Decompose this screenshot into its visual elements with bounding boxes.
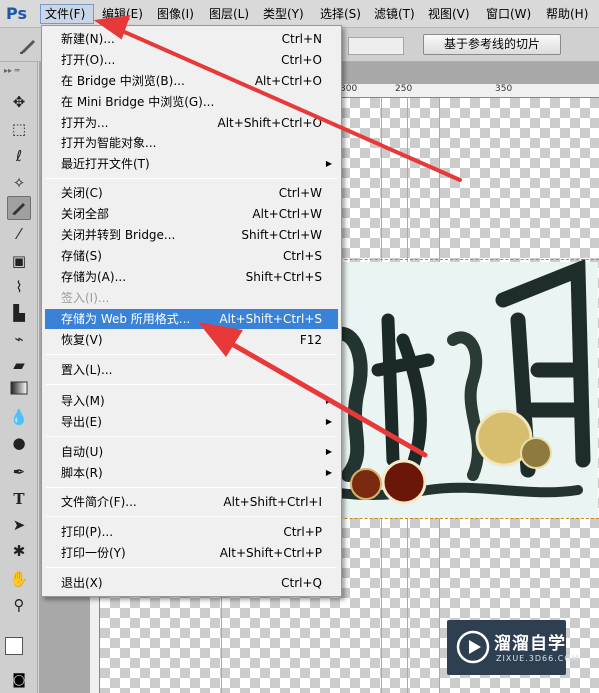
menu-select[interactable]: 选择(S) [316, 4, 365, 24]
menu-separator [46, 384, 337, 385]
menu-edit[interactable]: 编辑(E) [98, 4, 147, 24]
menu-window[interactable]: 窗口(W) [482, 4, 535, 24]
menu-item-save-as[interactable]: 存储为(A)... Shift+Ctrl+S [45, 267, 338, 287]
menu-item-close-go-bridge[interactable]: 关闭并转到 Bridge... Shift+Ctrl+W [45, 225, 338, 245]
menu-item-save[interactable]: 存储(S) Ctrl+S [45, 246, 338, 266]
photoshop-logo: Ps [6, 4, 27, 23]
menu-item-print-one-copy[interactable]: 打印一份(Y) Alt+Shift+Ctrl+P [45, 543, 338, 563]
menu-item-import[interactable]: 导入(M) ▶ [45, 391, 338, 411]
menu-item-save-for-web[interactable]: 存储为 Web 所用格式... Alt+Shift+Ctrl+S [45, 309, 338, 329]
pen-icon[interactable]: ✒ [7, 460, 31, 484]
menu-separator [46, 567, 337, 568]
menu-item-open-as[interactable]: 打开为... Alt+Shift+Ctrl+O [45, 113, 338, 133]
menu-separator [46, 354, 337, 355]
marquee-tool-icon[interactable]: ⬚ [7, 117, 31, 141]
menu-item-recent-files[interactable]: 最近打开文件(T) ▶ [45, 154, 338, 174]
toolbox-grip-icon[interactable]: ▸▸ ═ [4, 66, 34, 78]
menu-item-open[interactable]: 打开(O)... Ctrl+O [45, 50, 338, 70]
lasso-tool-icon[interactable]: ℓ [7, 144, 31, 168]
menu-image[interactable]: 图像(I) [153, 4, 198, 24]
move-tool-icon[interactable]: ✥ [7, 90, 31, 114]
history-brush-icon[interactable]: ⌁ [7, 327, 31, 351]
menu-item-file-info[interactable]: 文件简介(F)... Alt+Shift+Ctrl+I [45, 492, 338, 512]
toolbox: ▸▸ ═ ✥ ⬚ ℓ ✧ ⁄ ▣ ⌇ ▙ ⌁ ▰ 💧 ● ✒ T ➤ ✱ ✋ ⚲… [0, 62, 38, 693]
menu-item-open-smart-object[interactable]: 打开为智能对象... [45, 133, 338, 153]
watermark-title: 溜溜自学 [494, 634, 566, 654]
play-logo-icon [456, 630, 490, 664]
menu-item-revert[interactable]: 恢复(V) F12 [45, 330, 338, 350]
slice-tool-icon[interactable] [18, 37, 38, 55]
menu-item-new[interactable]: 新建(N)... Ctrl+N [45, 29, 338, 49]
slice-tool-icon[interactable] [7, 196, 31, 220]
menu-filter[interactable]: 滤镜(T) [370, 4, 419, 24]
ruler-tick: 350 [495, 84, 513, 94]
slices-from-guides-button[interactable]: 基于参考线的切片 [423, 34, 561, 55]
menu-item-close[interactable]: 关闭(C) Ctrl+W [45, 183, 338, 203]
watermark-url: ZIXUE.3D66.COM [496, 654, 580, 663]
file-menu-dropdown: 新建(N)... Ctrl+N 打开(O)... Ctrl+O 在 Bridge 中… [41, 25, 342, 597]
menu-file[interactable]: 文件(F) [40, 4, 94, 24]
menu-item-exit[interactable]: 退出(X) Ctrl+Q [45, 573, 338, 593]
submenu-arrow-icon: ▶ [325, 468, 332, 477]
zoom-icon[interactable]: ⚲ [7, 593, 31, 617]
menu-view[interactable]: 视图(V) [424, 4, 474, 24]
menu-bar: Ps 文件(F) 编辑(E) 图像(I) 图层(L) 类型(Y) 选择(S) 滤… [0, 0, 599, 28]
submenu-arrow-icon: ▶ [325, 417, 332, 426]
foreground-color-swatch[interactable] [5, 637, 23, 655]
ruler-tick: 250 [395, 84, 413, 94]
quick-mask-icon[interactable]: ◙ [9, 672, 29, 690]
dodge-icon[interactable]: ● [7, 431, 31, 455]
blur-icon[interactable]: 💧 [7, 405, 31, 429]
eyedropper-icon[interactable]: ⁄ [7, 222, 31, 246]
menu-item-scripts[interactable]: 脚本(R) ▶ [45, 463, 338, 483]
path-select-icon[interactable]: ➤ [7, 513, 31, 537]
options-field[interactable] [348, 37, 404, 55]
menu-separator [46, 436, 337, 437]
menu-item-place[interactable]: 置入(L)... [45, 360, 338, 380]
custom-shape-icon[interactable]: ✱ [7, 539, 31, 563]
menu-item-print[interactable]: 打印(P)... Ctrl+P [45, 522, 338, 542]
gradient-icon[interactable] [7, 379, 31, 403]
submenu-arrow-icon: ▶ [325, 396, 332, 405]
menu-layer[interactable]: 图层(L) [205, 4, 253, 24]
menu-separator [46, 487, 337, 488]
menu-separator [46, 178, 337, 179]
magic-wand-icon[interactable]: ✧ [7, 171, 31, 195]
clone-stamp-icon[interactable]: ▙ [7, 301, 31, 325]
eraser-icon[interactable]: ▰ [7, 353, 31, 377]
menu-help[interactable]: 帮助(H) [542, 4, 592, 24]
submenu-arrow-icon: ▶ [325, 159, 332, 168]
menu-type[interactable]: 类型(Y) [259, 4, 308, 24]
menu-item-automate[interactable]: 自动(U) ▶ [45, 442, 338, 462]
brush-icon[interactable]: ⌇ [7, 275, 31, 299]
menu-item-browse-mini-bridge[interactable]: 在 Mini Bridge 中浏览(G)... [45, 92, 338, 112]
type-tool-icon[interactable]: T [7, 487, 31, 511]
hand-icon[interactable]: ✋ [7, 567, 31, 591]
menu-item-browse-bridge[interactable]: 在 Bridge 中浏览(B)... Alt+Ctrl+O [45, 71, 338, 91]
menu-item-check-in: 签入(I)... [61, 291, 110, 305]
healing-brush-icon[interactable]: ▣ [7, 249, 31, 273]
menu-item-close-all[interactable]: 关闭全部 Alt+Ctrl+W [45, 204, 338, 224]
menu-item-export[interactable]: 导出(E) ▶ [45, 412, 338, 432]
menu-separator [46, 516, 337, 517]
submenu-arrow-icon: ▶ [325, 447, 332, 456]
watermark-badge: 溜溜自学 ZIXUE.3D66.COM [447, 620, 579, 675]
ruler-tick: 300 [340, 84, 358, 94]
